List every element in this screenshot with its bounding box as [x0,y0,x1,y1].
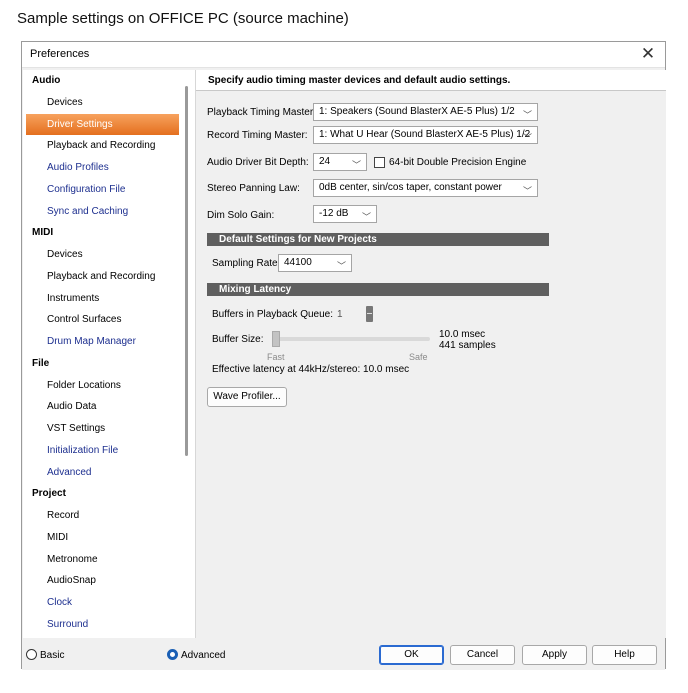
tree-item-metronome[interactable]: Metronome [23,549,195,571]
bit-depth-value: 24 [319,156,331,167]
tree-item-initialization-file[interactable]: Initialization File [23,440,195,462]
advanced-radio[interactable] [167,649,178,660]
chevron-down-icon: ﹀ [522,133,532,143]
advanced-label: Advanced [181,650,226,661]
effective-latency: Effective latency at 44kHz/stereo: 10.0 … [212,364,410,375]
tree-item-sync-and-caching[interactable]: Sync and Caching [23,201,195,223]
sampling-rate-label: Sampling Rate: [212,258,281,269]
record-master-value: 1: What U Hear (Sound BlasterX AE-5 Plus… [319,129,531,140]
help-button[interactable]: Help [592,645,657,665]
tree-item-instruments[interactable]: Instruments [23,288,195,310]
tree-item-midi[interactable]: MIDI [23,527,195,549]
buffers-label: Buffers in Playback Queue: [212,309,333,320]
window-title: Preferences [30,48,90,60]
dim-solo-select[interactable]: -12 dB ﹀ [313,205,377,223]
tree-item-advanced[interactable]: Advanced [23,462,195,484]
tree-item-control-surfaces[interactable]: Control Surfaces [23,309,195,331]
dim-solo-value: -12 dB [319,208,349,219]
double-precision-checkbox[interactable] [374,157,385,168]
tree-group-project[interactable]: Project [23,483,195,505]
playback-master-select[interactable]: 1: Speakers (Sound BlasterX AE-5 Plus) 1… [313,103,538,121]
tree-item-devices[interactable]: Devices [23,92,195,114]
tree-item-audiosnap[interactable]: AudioSnap [23,570,195,592]
sampling-rate-value: 44100 [284,257,312,268]
tree-item-vst-settings[interactable]: VST Settings [23,418,195,440]
tree-item-driver-settings[interactable]: Driver Settings [26,113,179,136]
tree-item-audio-profiles[interactable]: Audio Profiles [23,157,195,179]
screenshot-caption: Sample settings on OFFICE PC (source mac… [17,10,349,27]
panning-law-select[interactable]: 0dB center, sin/cos taper, constant powe… [313,179,538,197]
driver-settings-panel: Specify audio timing master devices and … [196,70,666,638]
defaults-section-header: Default Settings for New Projects [207,233,549,246]
buffer-size-slider-thumb[interactable] [272,331,280,347]
dim-solo-label: Dim Solo Gain: [207,210,275,221]
tree-item-playback-and-recording[interactable]: Playback and Recording [23,135,195,157]
chevron-down-icon: ﹀ [361,212,371,222]
cancel-button[interactable]: Cancel [450,645,515,665]
tree-group-file[interactable]: File [23,353,195,375]
tree-item-drum-map-manager[interactable]: Drum Map Manager [23,331,195,353]
close-icon[interactable]: ✕ [637,43,659,65]
tree-group-midi[interactable]: MIDI [23,222,195,244]
tree-item-devices[interactable]: Devices [23,244,195,266]
tree-item-audio-data[interactable]: Audio Data [23,396,195,418]
tree-item-configuration-file[interactable]: Configuration File [23,179,195,201]
chevron-down-icon: ﹀ [522,186,532,196]
slider-safe-label: Safe [409,352,428,362]
apply-button[interactable]: Apply [522,645,587,665]
buffer-size-label: Buffer Size: [212,334,264,345]
slider-fast-label: Fast [267,352,285,362]
preferences-dialog: Preferences ✕ Audio Devices Driver Setting… [21,41,666,670]
tree-item-playback-and-recording[interactable]: Playback and Recording [23,266,195,288]
tree-item-record[interactable]: Record [23,505,195,527]
tree-scrollbar[interactable] [185,86,188,456]
record-master-select[interactable]: 1: What U Hear (Sound BlasterX AE-5 Plus… [313,126,538,144]
bit-depth-label: Audio Driver Bit Depth: [207,157,309,168]
double-precision-label: 64-bit Double Precision Engine [389,157,527,168]
chevron-down-icon: ﹀ [522,110,532,120]
title-bar: Preferences ✕ [22,42,665,68]
preferences-tree: Audio Devices Driver Settings Playback and … [23,70,196,638]
bit-depth-select[interactable]: 24 ﹀ [313,153,367,171]
buffers-spinner[interactable] [366,306,373,322]
sampling-rate-select[interactable]: 44100 ﹀ [278,254,352,272]
chevron-down-icon: ﹀ [336,261,346,271]
tree-item-surround[interactable]: Surround [23,614,195,636]
playback-master-label: Playback Timing Master: [207,107,316,118]
basic-radio[interactable] [26,649,37,660]
ok-button[interactable]: OK [379,645,444,665]
buffer-msec: 10.0 msec [439,329,486,340]
tree-list: Audio Devices Driver Settings Playback and … [23,70,195,636]
tree-item-clock[interactable]: Clock [23,592,195,614]
tree-item-folder-locations[interactable]: Folder Locations [23,375,195,397]
panning-law-label: Stereo Panning Law: [207,183,300,194]
latency-section-header: Mixing Latency [207,283,549,296]
record-master-label: Record Timing Master: [207,130,308,141]
buffer-samples: 441 samples [439,340,496,351]
basic-label: Basic [40,650,65,661]
buffers-value[interactable]: 1 [337,309,343,320]
playback-master-value: 1: Speakers (Sound BlasterX AE-5 Plus) 1… [319,106,515,117]
buffer-size-slider[interactable] [272,337,430,341]
dialog-footer: Basic Advanced OK Cancel Apply Help [22,638,665,670]
panning-law-value: 0dB center, sin/cos taper, constant powe… [319,182,502,193]
wave-profiler-button[interactable]: Wave Profiler... [207,387,287,407]
tree-group-audio[interactable]: Audio [23,70,195,92]
panel-header: Specify audio timing master devices and … [196,70,666,91]
chevron-down-icon: ﹀ [351,160,361,170]
